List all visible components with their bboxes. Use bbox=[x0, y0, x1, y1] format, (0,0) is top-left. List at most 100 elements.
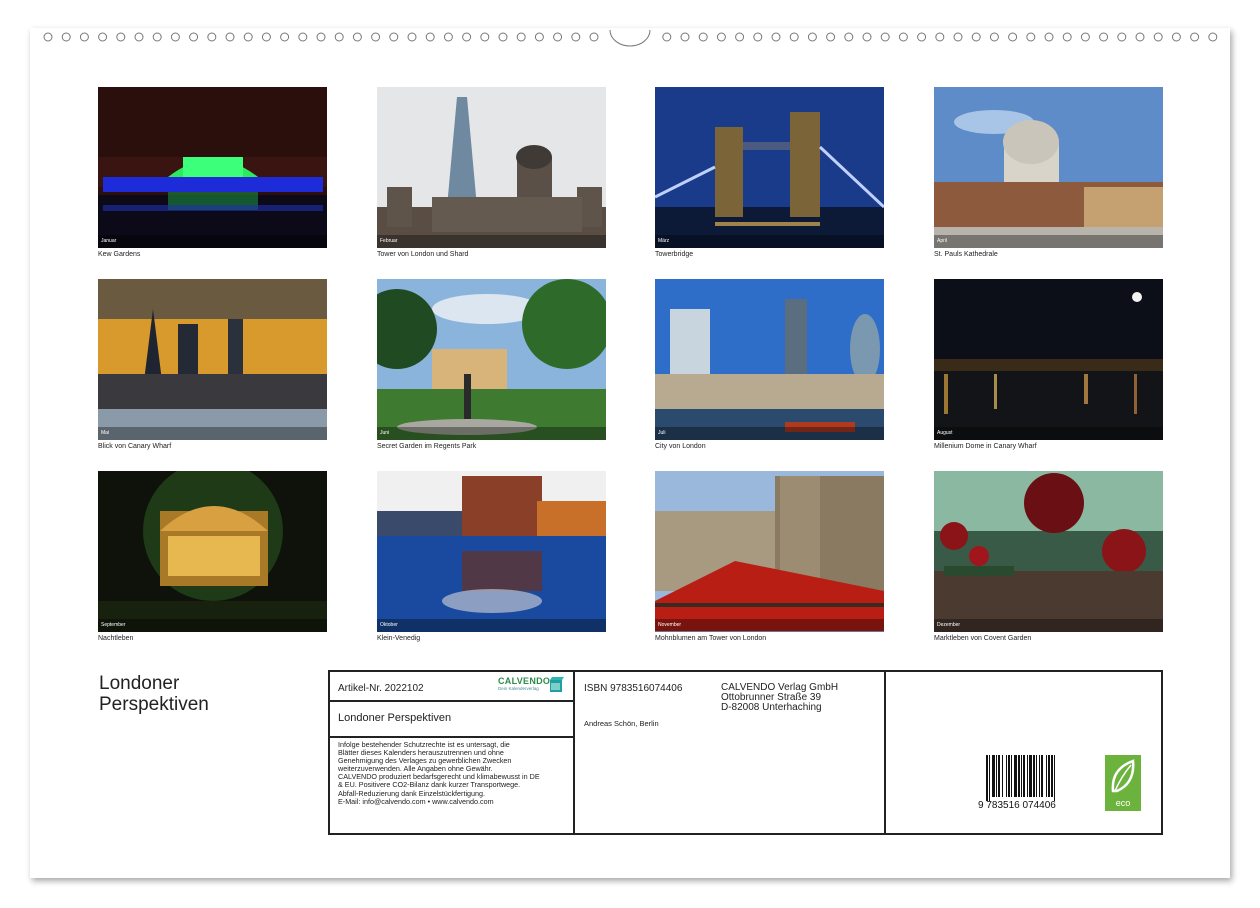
binding-hole bbox=[990, 33, 998, 41]
binding-hole bbox=[663, 33, 671, 41]
calendar-title-line1: Londoner bbox=[99, 673, 209, 694]
binding-hole bbox=[372, 33, 380, 41]
photo-mohnblumen bbox=[655, 471, 884, 632]
binding-hole bbox=[444, 33, 452, 41]
month-label: Oktober bbox=[380, 622, 398, 628]
binding-hole bbox=[954, 33, 962, 41]
eco-label: eco bbox=[1105, 798, 1141, 808]
hanger-cutout bbox=[610, 30, 650, 46]
binding-hole bbox=[244, 33, 252, 41]
barcode-bar bbox=[1006, 755, 1007, 797]
month-label: Januar bbox=[101, 238, 116, 244]
eco-badge: eco bbox=[1105, 755, 1141, 811]
month-label: Mai bbox=[101, 430, 109, 436]
calvendo-logo-text: CALVENDO bbox=[498, 676, 550, 686]
binding-hole bbox=[353, 33, 361, 41]
binding-hole bbox=[80, 33, 88, 41]
barcode-bar bbox=[1039, 755, 1040, 797]
binding-hole bbox=[554, 33, 562, 41]
barcode: 9 783516 074406 bbox=[978, 755, 1080, 815]
barcode-bar bbox=[1046, 755, 1047, 797]
binding-hole bbox=[171, 33, 179, 41]
binding-hole bbox=[972, 33, 980, 41]
legal-line: E-Mail: info@calvendo.com • www.calvendo… bbox=[338, 798, 570, 806]
month-strip: Februar bbox=[377, 235, 606, 248]
calendar-title-line2: Perspektiven bbox=[99, 694, 209, 715]
barcode-bar bbox=[1008, 755, 1010, 797]
binding-hole bbox=[1191, 33, 1199, 41]
month-strip: Oktober bbox=[377, 619, 606, 632]
barcode-bar bbox=[1011, 755, 1012, 797]
author: Andreas Schön, Berlin bbox=[584, 719, 659, 728]
barcode-bar bbox=[1018, 755, 1020, 797]
binding-hole bbox=[1100, 33, 1108, 41]
month-label: November bbox=[658, 622, 681, 628]
calvendo-logo-tagline: Dein Kalenderverlag bbox=[498, 686, 539, 691]
binding-hole bbox=[153, 33, 161, 41]
binding-hole bbox=[1172, 33, 1180, 41]
binding-hole bbox=[481, 33, 489, 41]
barcode-bar bbox=[989, 755, 990, 801]
binding-hole bbox=[317, 33, 325, 41]
photo-caption: Tower von London und Shard bbox=[377, 251, 468, 258]
month-strip: Dezember bbox=[934, 619, 1163, 632]
binding-hole bbox=[117, 33, 125, 41]
binding-hole bbox=[863, 33, 871, 41]
barcode-bars bbox=[978, 755, 1080, 801]
barcode-bar bbox=[996, 755, 997, 797]
binding-hole bbox=[390, 33, 398, 41]
month-strip: Juni bbox=[377, 427, 606, 440]
photo-caption: Kew Gardens bbox=[98, 251, 140, 258]
binding-hole bbox=[99, 33, 107, 41]
barcode-bar bbox=[1014, 755, 1017, 797]
publisher-city: D-82008 Unterhaching bbox=[721, 703, 838, 713]
photo-caption: Nachtleben bbox=[98, 635, 133, 642]
legal-notice: Infolge bestehender Schutzrechte ist es … bbox=[338, 741, 570, 806]
calvendo-calendar-icon bbox=[550, 677, 564, 693]
binding-hole bbox=[936, 33, 944, 41]
photo-tower-shard bbox=[377, 87, 606, 248]
month-strip: August bbox=[934, 427, 1163, 440]
publisher-address: CALVENDO Verlag GmbH Ottobrunner Straße … bbox=[721, 683, 838, 713]
month-label: Juli bbox=[658, 430, 666, 436]
binding-hole bbox=[1045, 33, 1053, 41]
barcode-bar bbox=[1029, 755, 1032, 797]
photo-caption: Mohnblumen am Tower von London bbox=[655, 635, 766, 642]
barcode-bar bbox=[992, 755, 995, 797]
month-strip: Juli bbox=[655, 427, 884, 440]
month-strip: März bbox=[655, 235, 884, 248]
binding-hole bbox=[899, 33, 907, 41]
barcode-bar bbox=[1054, 755, 1055, 801]
month-strip: Mai bbox=[98, 427, 327, 440]
barcode-bar bbox=[1051, 755, 1053, 797]
month-label: Dezember bbox=[937, 622, 960, 628]
barcode-bar bbox=[1041, 755, 1043, 797]
photo-caption: Millenium Dome in Canary Wharf bbox=[934, 443, 1037, 450]
binding-hole bbox=[190, 33, 198, 41]
binding-hole bbox=[335, 33, 343, 41]
binding-hole bbox=[281, 33, 289, 41]
binding-hole bbox=[681, 33, 689, 41]
barcode-bar bbox=[1002, 755, 1003, 797]
photo-secret-garden bbox=[377, 279, 606, 440]
binding-hole bbox=[1154, 33, 1162, 41]
binding-hole bbox=[572, 33, 580, 41]
binding-hole bbox=[1118, 33, 1126, 41]
binding-hole bbox=[44, 33, 52, 41]
photo-klein-venedig bbox=[377, 471, 606, 632]
calvendo-logo: CALVENDO Dein Kalenderverlag bbox=[498, 676, 566, 694]
binding-hole bbox=[772, 33, 780, 41]
photo-caption: St. Pauls Kathedrale bbox=[934, 251, 998, 258]
calendar-title: Londoner Perspektiven bbox=[99, 673, 209, 715]
binding-hole bbox=[1136, 33, 1144, 41]
month-label: Februar bbox=[380, 238, 398, 244]
binding-hole bbox=[226, 33, 234, 41]
photo-caption: Klein-Venedig bbox=[377, 635, 420, 642]
photo-caption: Towerbridge bbox=[655, 251, 693, 258]
barcode-bar bbox=[1023, 755, 1025, 797]
binding-hole bbox=[881, 33, 889, 41]
binding-hole bbox=[62, 33, 70, 41]
binding-hole bbox=[918, 33, 926, 41]
spiral-binding bbox=[0, 0, 1260, 30]
binding-hole bbox=[1063, 33, 1071, 41]
